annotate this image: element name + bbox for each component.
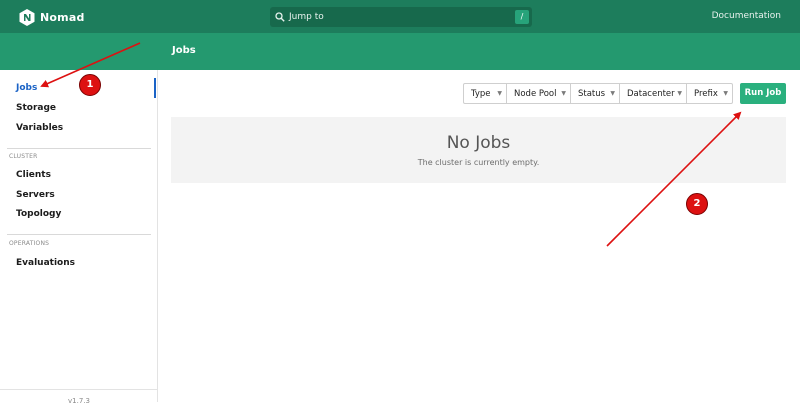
search-shortcut-key: /	[515, 10, 529, 24]
empty-state: No Jobs The cluster is currently empty.	[171, 117, 786, 183]
empty-state-title: No Jobs	[446, 133, 511, 153]
top-navbar: Nomad Jump to / Documentation	[0, 0, 800, 33]
filter-status[interactable]: Status ▼	[570, 83, 620, 104]
filter-label: Datacenter	[627, 88, 675, 99]
filter-datacenter[interactable]: Datacenter ▼	[619, 83, 687, 104]
caret-down-icon: ▼	[561, 90, 566, 97]
sidebar-item-topology[interactable]: Topology	[2, 205, 156, 223]
sidebar-item-storage[interactable]: Storage	[2, 99, 156, 117]
filter-label: Status	[578, 88, 606, 99]
app-name: Nomad	[40, 10, 85, 24]
page-title: Jobs	[172, 45, 196, 56]
filter-node-pool[interactable]: Node Pool ▼	[506, 83, 571, 104]
caret-down-icon: ▼	[723, 90, 728, 97]
job-filters: Type ▼ Node Pool ▼ Status ▼ Datacenter ▼…	[463, 83, 733, 104]
nomad-logo-icon	[19, 8, 35, 26]
run-job-button[interactable]: Run Job	[740, 83, 786, 104]
sidebar-divider	[7, 234, 151, 235]
sidebar-active-indicator	[154, 78, 156, 98]
filter-prefix[interactable]: Prefix ▼	[686, 83, 733, 104]
filter-label: Node Pool	[514, 88, 557, 99]
page-header: Jobs	[0, 33, 800, 70]
filter-label: Prefix	[694, 88, 718, 99]
search-icon	[275, 12, 285, 22]
sidebar-item-servers[interactable]: Servers	[2, 186, 156, 204]
sidebar-section-cluster: CLUSTER	[9, 153, 38, 160]
caret-down-icon: ▼	[497, 90, 502, 97]
version-label: v1.7.3	[68, 397, 90, 405]
documentation-link[interactable]: Documentation	[712, 11, 781, 21]
annotation-badge-1: 1	[79, 74, 101, 96]
empty-state-message: The cluster is currently empty.	[417, 158, 540, 167]
sidebar-item-clients[interactable]: Clients	[2, 166, 156, 184]
sidebar-item-variables[interactable]: Variables	[2, 119, 156, 137]
sidebar-item-evaluations[interactable]: Evaluations	[2, 254, 156, 272]
jump-to-search[interactable]: Jump to /	[270, 7, 532, 27]
search-placeholder: Jump to	[289, 12, 324, 22]
brand-home-link[interactable]: Nomad	[19, 8, 85, 26]
filter-label: Type	[471, 88, 491, 99]
sidebar-footer-divider	[0, 389, 157, 390]
filter-type[interactable]: Type ▼	[463, 83, 507, 104]
sidebar-divider	[7, 148, 151, 149]
sidebar: Jobs Storage Variables CLUSTER Clients S…	[0, 70, 158, 405]
sidebar-section-operations: OPERATIONS	[9, 240, 50, 247]
annotation-badge-2: 2	[686, 193, 708, 215]
caret-down-icon: ▼	[677, 90, 682, 97]
caret-down-icon: ▼	[610, 90, 615, 97]
